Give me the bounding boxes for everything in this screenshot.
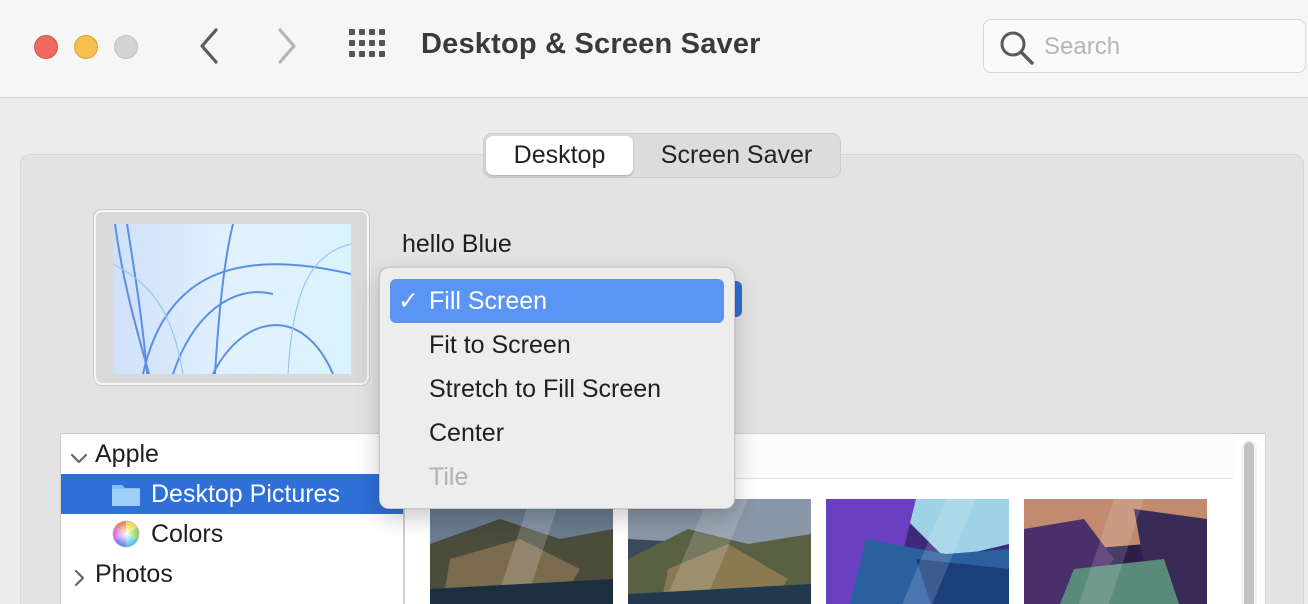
menu-item-label: Tile bbox=[429, 463, 469, 491]
chevron-left-icon bbox=[200, 28, 218, 64]
color-wheel-icon bbox=[111, 520, 141, 548]
tab-control: Desktop Screen Saver bbox=[483, 133, 841, 178]
menu-item-label: Fit to Screen bbox=[429, 331, 571, 359]
window-title: Desktop & Screen Saver bbox=[421, 28, 761, 60]
wallpaper-thumbnail[interactable] bbox=[430, 499, 613, 604]
wallpaper-preview-image bbox=[113, 224, 351, 374]
folder-icon bbox=[111, 480, 141, 508]
back-button[interactable] bbox=[190, 22, 230, 70]
chevron-right-icon bbox=[278, 28, 296, 64]
menu-item-stretch-to-fill-screen[interactable]: Stretch to Fill Screen bbox=[390, 367, 724, 411]
sidebar-item-label: Desktop Pictures bbox=[151, 480, 340, 508]
sidebar-item-label: Colors bbox=[151, 520, 224, 548]
fit-options-menu: ✓ Fill Screen Fit to Screen Stretch to F… bbox=[379, 267, 735, 509]
tab-screen-saver[interactable]: Screen Saver bbox=[634, 136, 839, 175]
sidebar-item-photos[interactable]: Photos bbox=[61, 554, 403, 594]
search-input[interactable] bbox=[1044, 31, 1284, 63]
search-icon bbox=[998, 29, 1036, 67]
sidebar-item-colors[interactable]: Colors bbox=[61, 514, 403, 554]
wallpaper-preview bbox=[94, 210, 369, 385]
checkmark-icon: ✓ bbox=[398, 287, 419, 315]
chevron-down-icon[interactable] bbox=[69, 442, 89, 466]
scrollbar-thumb[interactable] bbox=[1244, 442, 1254, 604]
sidebar-item-label: Apple bbox=[95, 440, 159, 468]
chevron-right-icon[interactable] bbox=[69, 562, 89, 587]
sidebar-item-desktop-pictures[interactable]: Desktop Pictures bbox=[61, 474, 403, 514]
wallpaper-name: hello Blue bbox=[402, 230, 512, 258]
menu-item-label: Stretch to Fill Screen bbox=[429, 375, 662, 403]
search-field[interactable] bbox=[983, 19, 1306, 73]
minimize-button[interactable] bbox=[74, 35, 98, 59]
source-list: Apple Desktop Pictures Colors Photos bbox=[60, 433, 404, 604]
menu-item-center[interactable]: Center bbox=[390, 411, 724, 455]
wallpaper-thumbnail[interactable] bbox=[826, 499, 1009, 604]
vertical-scrollbar[interactable] bbox=[1241, 440, 1257, 604]
forward-button[interactable] bbox=[266, 22, 306, 70]
sidebar-item-label: Photos bbox=[95, 560, 173, 588]
title-bar: Desktop & Screen Saver bbox=[0, 0, 1308, 98]
menu-item-label: Fill Screen bbox=[429, 287, 548, 315]
show-all-button[interactable] bbox=[347, 28, 391, 60]
menu-item-label: Center bbox=[429, 419, 505, 447]
menu-item-fit-to-screen[interactable]: Fit to Screen bbox=[390, 323, 724, 367]
grid-icon bbox=[349, 29, 385, 57]
wallpaper-thumbnail[interactable] bbox=[628, 499, 811, 604]
sidebar-item-apple[interactable]: Apple bbox=[61, 434, 403, 474]
wallpaper-thumbnail[interactable] bbox=[1024, 499, 1207, 604]
zoom-button[interactable] bbox=[114, 35, 138, 59]
close-button[interactable] bbox=[34, 35, 58, 59]
tab-desktop[interactable]: Desktop bbox=[486, 136, 633, 175]
menu-item-fill-screen[interactable]: ✓ Fill Screen bbox=[390, 279, 724, 323]
menu-item-tile: Tile bbox=[390, 455, 724, 499]
